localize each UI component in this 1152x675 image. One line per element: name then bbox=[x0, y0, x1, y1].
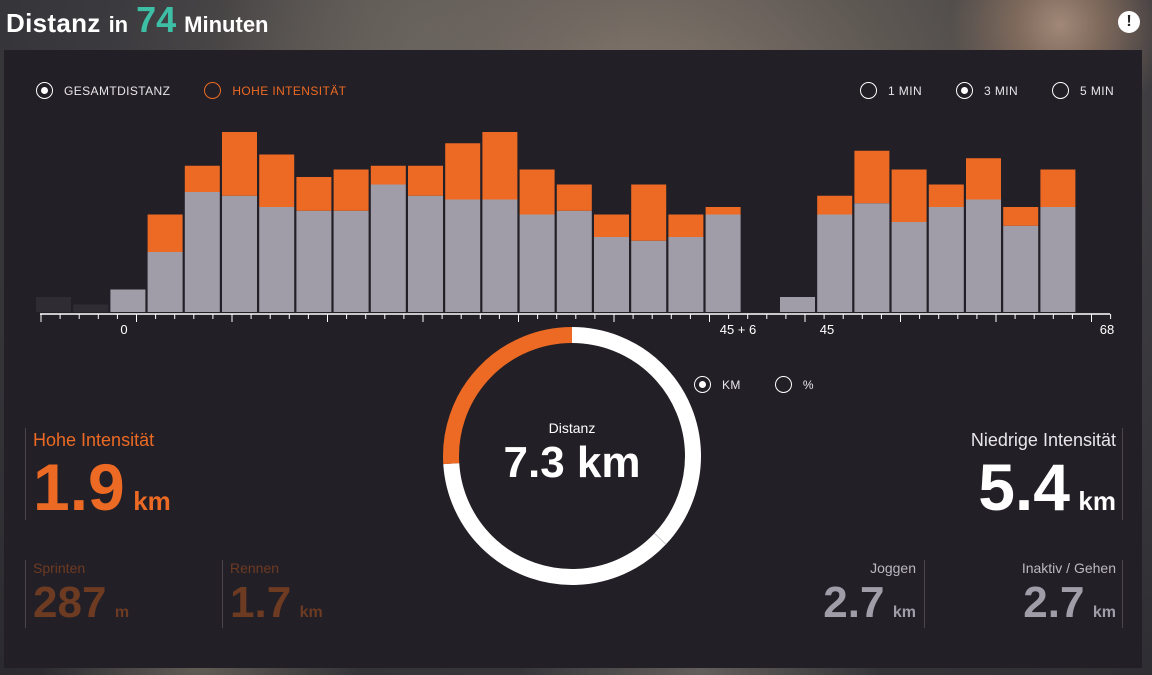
tick-label: 45 + 6 bbox=[720, 322, 757, 337]
stat-value: 287 bbox=[33, 578, 107, 627]
stat-unit: km bbox=[133, 486, 171, 516]
bar-low-intensity bbox=[519, 214, 555, 312]
bar-low-intensity bbox=[147, 252, 183, 312]
bar-low-intensity bbox=[817, 214, 853, 312]
radio-label: % bbox=[802, 377, 814, 392]
donut-value: 7.3 km bbox=[503, 438, 641, 487]
divider bbox=[924, 560, 925, 628]
high-intensity-stat: Hohe Intensität 1.9 km bbox=[33, 430, 171, 520]
divider bbox=[1122, 428, 1123, 520]
bar-high-intensity bbox=[184, 165, 220, 192]
bar-low-intensity bbox=[668, 237, 704, 312]
bar-high-intensity bbox=[705, 207, 741, 215]
bar-high-intensity bbox=[333, 169, 369, 211]
bar-high-intensity bbox=[482, 132, 518, 200]
bar-low-intensity bbox=[631, 240, 667, 312]
tick-label: 45 bbox=[820, 322, 834, 337]
bar-low-intensity bbox=[370, 184, 406, 312]
distance-bar-chart: 0 45 + 6 45 68 bbox=[36, 132, 1114, 337]
stat-value: 2.7 bbox=[823, 578, 885, 627]
bar-high-intensity bbox=[147, 214, 183, 252]
bar-low-intensity bbox=[110, 289, 146, 312]
bar-high-intensity bbox=[370, 165, 406, 185]
divider bbox=[222, 560, 223, 628]
bar-low-intensity bbox=[891, 222, 927, 312]
bar-low-intensity bbox=[184, 192, 220, 312]
bar-high-intensity bbox=[1040, 169, 1076, 207]
bar-low-intensity bbox=[333, 210, 369, 312]
page-title: Distanz bbox=[6, 8, 101, 38]
minutes-label: Minuten bbox=[184, 12, 269, 37]
divider bbox=[25, 428, 26, 520]
bar-low-intensity bbox=[594, 237, 629, 312]
bar-low-intensity bbox=[73, 304, 109, 312]
bar-high-intensity bbox=[296, 177, 332, 211]
bar-low-intensity bbox=[445, 199, 481, 312]
bar-low-intensity bbox=[556, 210, 592, 312]
minutes-value: 74 bbox=[136, 0, 177, 40]
divider bbox=[1122, 560, 1123, 628]
bar-high-intensity bbox=[556, 184, 592, 211]
stat-value: 2.7 bbox=[1023, 578, 1085, 627]
stat-label: Hohe Intensität bbox=[33, 430, 155, 450]
bar-high-intensity bbox=[891, 169, 927, 222]
divider bbox=[25, 560, 26, 628]
donut-label: Distanz bbox=[548, 420, 596, 436]
bar-high-intensity bbox=[631, 184, 667, 241]
bar-high-intensity bbox=[854, 150, 890, 204]
bar-high-intensity bbox=[966, 158, 1001, 200]
donut-center: Distanz 7.3 km bbox=[438, 420, 706, 488]
bar-low-intensity bbox=[296, 210, 332, 312]
bar-high-intensity bbox=[668, 214, 704, 237]
radio-unchecked-icon bbox=[774, 376, 792, 393]
stat-unit: km bbox=[299, 604, 323, 621]
bar-high-intensity bbox=[222, 132, 257, 196]
jog-stat: Joggen 2.7 km bbox=[823, 560, 916, 626]
stat-value: 1.7 bbox=[230, 578, 292, 627]
title-connector: in bbox=[108, 12, 129, 37]
radio-percent[interactable]: % bbox=[774, 376, 814, 393]
bar-low-intensity bbox=[408, 195, 443, 312]
bar-low-intensity bbox=[482, 199, 518, 312]
bar-low-intensity bbox=[854, 203, 890, 312]
stat-label: Niedrige Intensität bbox=[970, 430, 1116, 450]
bar-high-intensity bbox=[445, 143, 481, 200]
unit-toggle: KM % bbox=[694, 376, 814, 393]
bar-low-intensity bbox=[780, 297, 815, 312]
bar-high-intensity bbox=[817, 195, 853, 215]
bar-high-intensity bbox=[259, 154, 295, 207]
bar-low-intensity bbox=[1003, 225, 1039, 312]
stat-label: Rennen bbox=[230, 560, 280, 576]
bar-low-intensity bbox=[928, 207, 964, 312]
bar-low-intensity bbox=[259, 207, 295, 312]
bar-low-intensity bbox=[966, 199, 1001, 312]
stat-unit: km bbox=[892, 604, 916, 621]
sprint-stat: Sprinten 287 m bbox=[33, 560, 129, 626]
stat-value: 5.4 bbox=[978, 450, 1070, 524]
stat-label: Sprinten bbox=[33, 560, 86, 576]
bar-low-intensity bbox=[222, 195, 257, 312]
stat-value: 1.9 bbox=[33, 450, 125, 524]
bar-high-intensity bbox=[928, 184, 964, 207]
exclamation-icon[interactable]: ! bbox=[1118, 11, 1140, 33]
bar-high-intensity bbox=[594, 214, 629, 237]
stat-unit: km bbox=[1078, 486, 1116, 516]
stat-unit: km bbox=[1092, 604, 1116, 621]
bar-low-intensity bbox=[36, 297, 71, 312]
stat-label: Inaktiv / Gehen bbox=[1021, 560, 1116, 576]
bar-low-intensity bbox=[1040, 207, 1076, 312]
bar-high-intensity bbox=[408, 165, 443, 196]
low-intensity-stat: Niedrige Intensität 5.4 km bbox=[971, 430, 1116, 520]
bar-high-intensity bbox=[1003, 207, 1039, 226]
stat-unit: m bbox=[114, 604, 130, 621]
tick-label: 68 bbox=[1100, 322, 1114, 337]
tick-label: 0 bbox=[120, 322, 127, 337]
stat-label: Joggen bbox=[870, 560, 916, 576]
run-stat: Rennen 1.7 km bbox=[230, 560, 323, 626]
bar-high-intensity bbox=[519, 169, 555, 215]
walk-stat: Inaktiv / Gehen 2.7 km bbox=[1022, 560, 1116, 626]
bar-low-intensity bbox=[705, 214, 741, 312]
radio-label: KM bbox=[722, 377, 741, 392]
page-header: Distanz in 74 Minuten bbox=[6, 0, 269, 46]
